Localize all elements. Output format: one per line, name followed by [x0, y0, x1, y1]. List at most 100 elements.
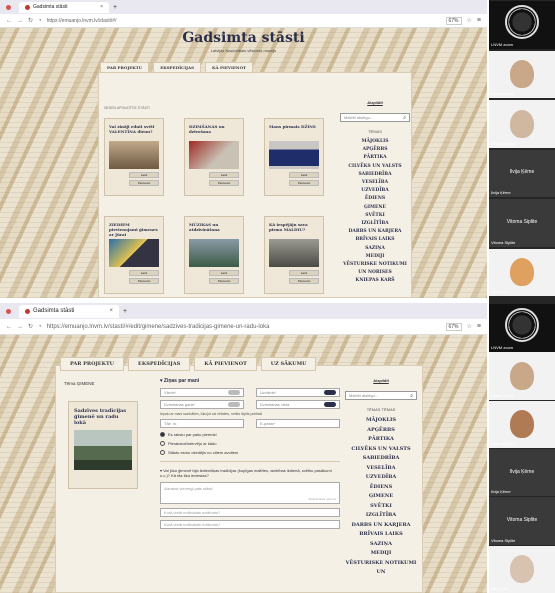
radio-circle[interactable]: [160, 450, 165, 455]
topic-link[interactable]: KNIEPAS KARŠ: [340, 277, 410, 285]
last-name-field[interactable]: Uzvārds*: [256, 388, 340, 397]
new-tab-icon[interactable]: +: [123, 308, 127, 315]
birth-year-field[interactable]: Dzimšanas gads*: [160, 400, 244, 409]
topic-link[interactable]: SVĒTKI: [340, 212, 410, 220]
topic-link[interactable]: SABIEDRĪBA: [345, 454, 417, 464]
source-radio-interview[interactable]: Pierakstot/intervēju ar kādu: [160, 441, 340, 446]
story-card[interactable]: Kā iespējāju sava pirmo MALDIU? Lasīt Pie…: [264, 216, 324, 294]
search-icon[interactable]: ⌕: [410, 393, 413, 399]
story-textarea[interactable]: Aizrakst vienregl pats stāsti Maksimālais…: [160, 482, 340, 504]
topic-link[interactable]: BRĪVAIS LAIKS: [340, 236, 410, 244]
story-card[interactable]: MŪZIKAS un atdzīvināšana Lasīt Pievienot: [184, 216, 244, 294]
reload-icon[interactable]: ↻: [28, 17, 33, 24]
topic-link[interactable]: MEDIJI: [345, 549, 417, 559]
topic-link[interactable]: IZGLĪTĪBA: [340, 220, 410, 228]
forward-icon[interactable]: →: [17, 324, 23, 330]
topic-link[interactable]: MĀJOKLIS: [340, 138, 410, 146]
topic-link[interactable]: PĀRTIKA: [345, 435, 417, 445]
nav-ka-pievienot[interactable]: KĀ PIEVIENOT: [205, 62, 254, 73]
participant-tile[interactable]: LNVM zoom: [489, 304, 555, 352]
browser-tab[interactable]: Gadsimta stāsti ×: [19, 1, 109, 13]
bookmark-star-icon[interactable]: ☆: [467, 17, 472, 24]
reload-icon[interactable]: ↻: [28, 323, 33, 330]
bookmark-star-icon[interactable]: ☆: [467, 323, 472, 330]
topic-link[interactable]: CILVĒKS UN VALSTS: [340, 163, 410, 171]
privacy-toggle[interactable]: [228, 402, 240, 407]
back-icon[interactable]: ←: [6, 18, 12, 24]
radio-circle[interactable]: [160, 441, 165, 446]
fill-link[interactable]: Aizpildīt: [340, 100, 410, 105]
source-radio-heard[interactable]: Stāstu esmu dzirdējis no citiem avotiem: [160, 450, 340, 455]
section-about-me[interactable]: ▾ Ziņas par mani: [160, 378, 340, 384]
topic-link[interactable]: VESELĪBA: [345, 464, 417, 474]
read-button[interactable]: Lasīt: [289, 172, 319, 178]
participant-tile[interactable]: Hiko Ķēm: [489, 248, 555, 296]
topic-link[interactable]: ĢIMENE: [345, 492, 417, 502]
topic-link[interactable]: MĀJOKLIS: [345, 416, 417, 426]
topic-link[interactable]: SVĒTKI: [345, 502, 417, 512]
shield-icon[interactable]: ◔: [38, 18, 42, 24]
participant-tile[interactable]: Astra Spaliņa: [489, 100, 555, 148]
place-input[interactable]: Kurā vietā notikušais notikums?: [160, 508, 340, 517]
story-card[interactable]: Mans pirmais DŽINS Lasīt Pievienot: [264, 118, 324, 196]
read-button[interactable]: Lasīt: [209, 270, 239, 276]
close-icon[interactable]: ×: [109, 308, 113, 314]
topic-link[interactable]: SABIEDRĪBA: [340, 171, 410, 179]
search-icon[interactable]: ⌕: [403, 115, 406, 121]
add-button[interactable]: Pievienot: [129, 180, 159, 186]
question-text[interactable]: ▾ Vai jūsu ģimenē bija ikdienišķas tradī…: [160, 468, 340, 478]
privacy-toggle[interactable]: [324, 402, 336, 407]
nav-par-projektu[interactable]: PAR PROJEKTU: [60, 357, 125, 371]
close-icon[interactable]: ×: [100, 4, 103, 10]
browser-tab[interactable]: Gadsimta stāsti ×: [19, 304, 119, 318]
topic-link[interactable]: DARBS UN KARJERA: [340, 228, 410, 236]
read-button[interactable]: Lasīt: [129, 172, 159, 178]
topic-link[interactable]: CILVĒKS UN VALSTS: [345, 445, 417, 455]
shield-icon[interactable]: ◔: [38, 324, 42, 330]
nav-par-projektu[interactable]: PAR PROJEKTU: [100, 62, 150, 73]
zoom-level[interactable]: 67%: [445, 16, 462, 25]
topic-link[interactable]: ĒDIENS: [340, 195, 410, 203]
story-card[interactable]: Vai zināji ednit svētī VALENTĪNA dienu? …: [104, 118, 164, 196]
zoom-level[interactable]: 67%: [445, 322, 462, 331]
topic-link[interactable]: APĢĒRBS: [340, 146, 410, 154]
nav-uz-sakumu[interactable]: UZ SĀKUMU: [260, 357, 317, 371]
add-button[interactable]: Pievienot: [129, 278, 159, 284]
menu-icon[interactable]: ≡: [477, 17, 481, 24]
topic-link[interactable]: MEDIJI: [340, 253, 410, 261]
email-field[interactable]: E-pasts*: [256, 419, 340, 428]
menu-icon[interactable]: ≡: [477, 323, 481, 330]
privacy-toggle[interactable]: [228, 390, 240, 395]
participant-tile[interactable]: Ilvija Ķēme Ilvija Ķēme: [489, 448, 555, 497]
add-button[interactable]: Pievienot: [289, 278, 319, 284]
topic-link[interactable]: IZGLĪTĪBA: [345, 511, 417, 521]
participant-tile[interactable]: Astra Spaliņa: [489, 400, 555, 449]
privacy-toggle[interactable]: [324, 390, 336, 395]
source-radio-own[interactable]: Es rakstu par pašu pieredzi: [160, 432, 340, 437]
nav-ekspedicijas[interactable]: EKSPEDĪCIJAS: [128, 357, 191, 371]
topic-link[interactable]: VĒSTURISKE NOTIKUMI UN: [345, 559, 417, 578]
read-button[interactable]: Lasīt: [289, 270, 319, 276]
participant-tile[interactable]: Sanita Kalna: [489, 50, 555, 98]
participant-tile[interactable]: Vitoma Siplite Vitoma Siplite: [489, 497, 555, 545]
story-card[interactable]: DZIMŠANAS un dzīvošana Lasīt Pievienot: [184, 118, 244, 196]
participant-tile[interactable]: Ilvija Ķēme Ilvija Ķēme: [489, 149, 555, 197]
topic-link[interactable]: VESELĪBA: [340, 179, 410, 187]
topic-link[interactable]: UZVEDĪBA: [345, 473, 417, 483]
nav-ka-pievienot[interactable]: KĀ PIEVIENOT: [194, 357, 257, 371]
birth-place-field[interactable]: Dzimšanas vieta: [256, 400, 340, 409]
radio-circle[interactable]: [160, 432, 165, 437]
participant-tile[interactable]: Sanita Kalna: [489, 352, 555, 400]
topic-link[interactable]: PĀRTIKA: [340, 154, 410, 162]
topic-link[interactable]: ĢIMENE: [340, 204, 410, 212]
first-name-field[interactable]: Vārds*: [160, 388, 244, 397]
search-input[interactable]: Meklēt atslēgu... ⌕: [340, 113, 410, 122]
topic-link[interactable]: DARBS UN KARJERA: [345, 521, 417, 531]
topic-link[interactable]: APĢĒRBS: [345, 426, 417, 436]
read-button[interactable]: Lasīt: [209, 172, 239, 178]
back-icon[interactable]: ←: [6, 324, 12, 330]
place-input[interactable]: Kurā vietā notikušais notikums?: [160, 520, 340, 529]
add-button[interactable]: Pievienot: [209, 278, 239, 284]
nav-ekspedicijas[interactable]: EKSPEDĪCIJAS: [153, 62, 201, 73]
url-field[interactable]: https://emuanjo.lnvm.lv/stasti/#/: [47, 18, 441, 24]
